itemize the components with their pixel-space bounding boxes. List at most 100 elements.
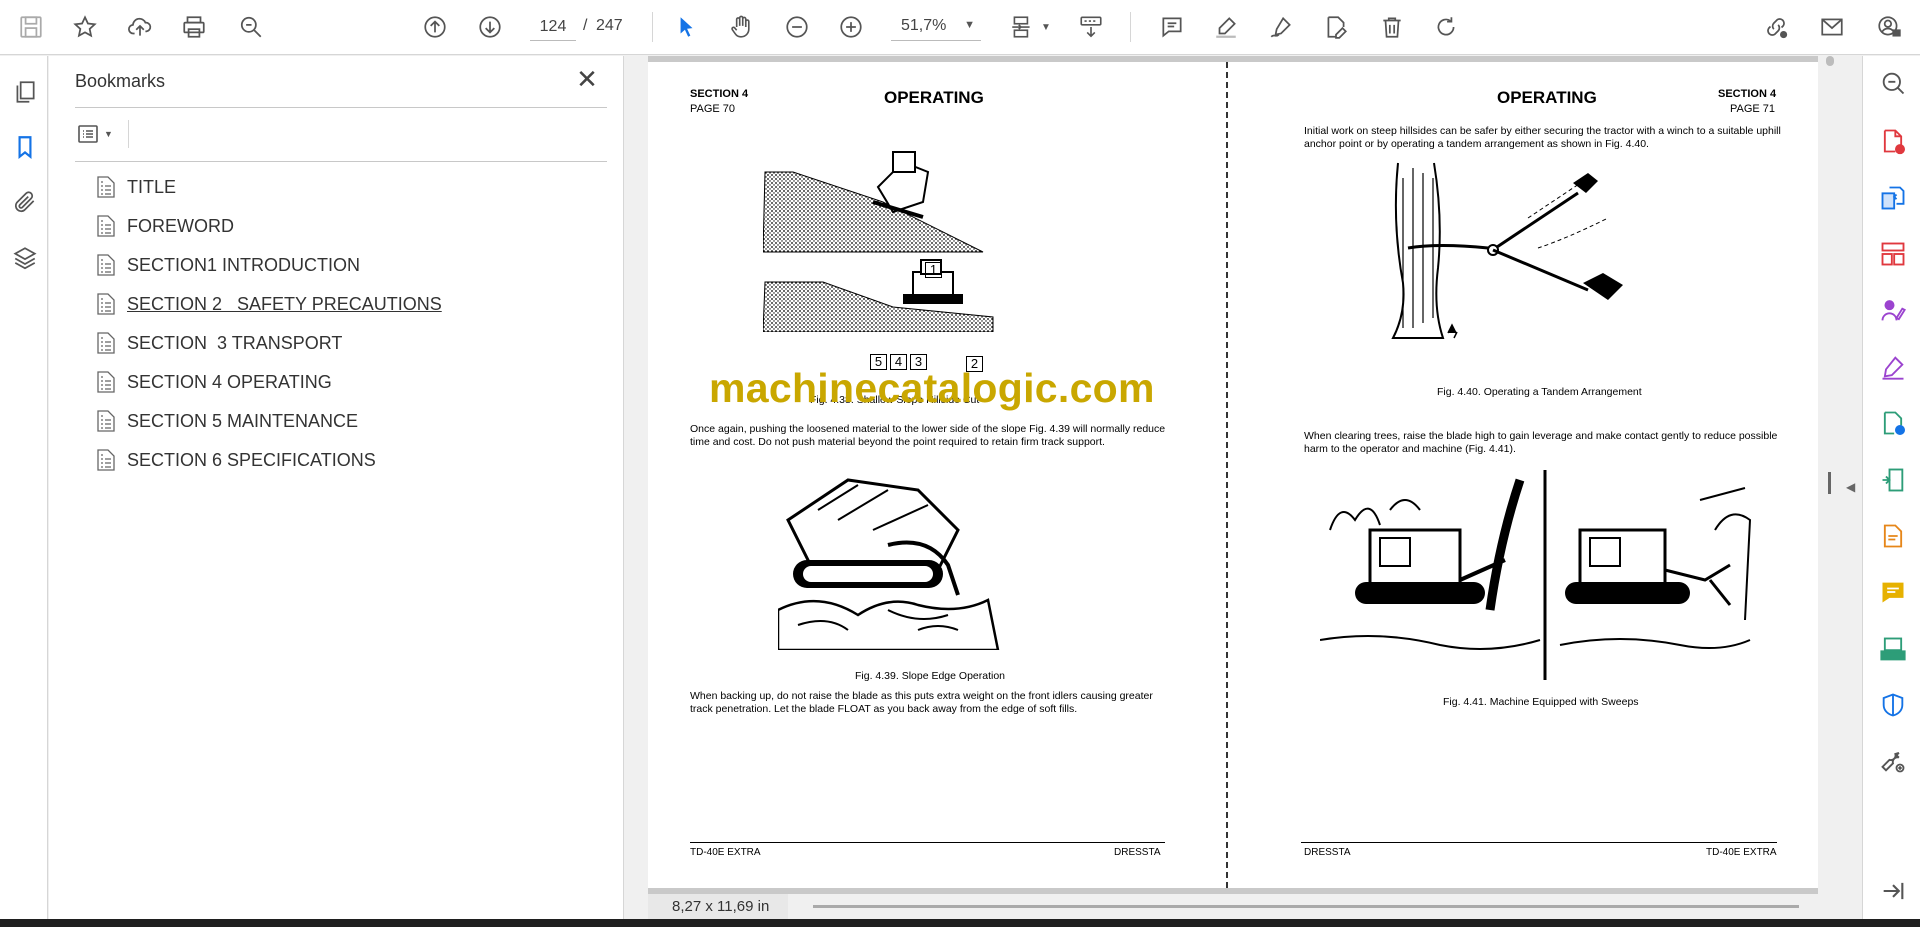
- select-cursor-icon[interactable]: [667, 8, 705, 46]
- shallow-slope-hillside-illustration: [763, 151, 994, 332]
- bookmark-label: SECTION 2 SAFETY PRECAUTIONS: [127, 293, 442, 314]
- status-bar: 8,27 x 11,69 in: [648, 894, 1818, 919]
- next-page-icon[interactable]: [471, 8, 509, 46]
- watermark-text: machinecatalogic.com: [709, 365, 1155, 411]
- bookmark-page-icon: [97, 215, 115, 237]
- highlight-pen-icon[interactable]: [1207, 8, 1245, 46]
- zoom-out-icon[interactable]: [778, 8, 816, 46]
- right-para1-line2: anchor point or by operating a tandem ar…: [1304, 138, 1649, 150]
- left-page-heading: OPERATING: [884, 88, 984, 107]
- more-tools-icon[interactable]: [1878, 746, 1908, 776]
- machine-with-sweeps-illustration: [1320, 470, 1752, 680]
- page-number-input[interactable]: [530, 13, 576, 41]
- right-footer-brand: DRESSTA: [1304, 847, 1351, 858]
- fig-440-caption: Fig. 4.40. Operating a Tandem Arrangemen…: [1437, 386, 1642, 398]
- bookmark-section1-introduction[interactable]: SECTION1 INTRODUCTION: [95, 251, 360, 279]
- layers-icon[interactable]: [10, 243, 40, 273]
- right-para1-line1: Initial work on steep hillsides can be s…: [1304, 125, 1781, 137]
- bookmark-page-icon: [97, 410, 115, 432]
- scan-ocr-icon[interactable]: [1878, 634, 1908, 664]
- save-icon[interactable]: [12, 8, 50, 46]
- page-size-readout: 8,27 x 11,69 in: [648, 894, 788, 919]
- bookmark-section3-transport[interactable]: SECTION 3 TRANSPORT: [95, 329, 342, 357]
- edit-pdf-icon[interactable]: [1878, 521, 1908, 551]
- account-lock-icon[interactable]: [1870, 8, 1908, 46]
- find-zoom-icon[interactable]: [232, 8, 270, 46]
- bookmark-section2-safety[interactable]: SECTION 2 SAFETY PRECAUTIONS: [95, 290, 442, 318]
- redo-rotate-icon[interactable]: [1427, 8, 1465, 46]
- hand-tool-icon[interactable]: [722, 8, 760, 46]
- share-link-icon[interactable]: [1757, 8, 1795, 46]
- export-pdf-icon[interactable]: [1878, 408, 1908, 438]
- callout-1: 1: [925, 262, 942, 278]
- chevron-down-icon[interactable]: ▼: [1041, 22, 1051, 33]
- trash-icon[interactable]: [1373, 8, 1411, 46]
- create-pdf-icon[interactable]: [1878, 126, 1908, 156]
- tandem-arrangement-illustration: [1391, 162, 1623, 339]
- attachment-icon[interactable]: [10, 187, 40, 217]
- right-tools-rail: [1862, 56, 1920, 919]
- compress-pdf-icon[interactable]: [1878, 465, 1908, 495]
- zoom-level-select[interactable]: 51,7% ▼: [891, 13, 981, 41]
- left-para1-line2: time and cost. Do not push material beyo…: [690, 436, 1105, 448]
- slope-edge-operation-illustration: [778, 478, 1000, 650]
- expand-panel-icon[interactable]: [1878, 876, 1908, 906]
- right-para2-line2: harm to the operator and machine (Fig. 4…: [1304, 443, 1516, 455]
- document-viewport[interactable]: SECTION 4 PAGE 70 OPERATING 1 5 4 3 2 Fi…: [625, 56, 1861, 919]
- star-icon[interactable]: [66, 8, 104, 46]
- chevron-down-icon: ▼: [964, 19, 975, 31]
- horizontal-scrollbar[interactable]: [813, 905, 1799, 908]
- page-separator: /: [583, 17, 588, 34]
- bookmark-page-icon: [97, 332, 115, 354]
- left-para2-line2: track penetration. Let the blade FLOAT a…: [690, 703, 1078, 715]
- protect-shield-icon[interactable]: [1878, 690, 1908, 720]
- taskbar-strip: [0, 919, 1920, 927]
- draw-icon[interactable]: [1262, 8, 1300, 46]
- bookmark-icon[interactable]: [10, 132, 40, 162]
- email-icon[interactable]: [1813, 8, 1851, 46]
- zoom-search-icon[interactable]: [1878, 68, 1908, 98]
- vertical-scrollbar-thumb[interactable]: [1826, 56, 1834, 66]
- cloud-upload-icon[interactable]: [121, 8, 159, 46]
- fill-sign-icon[interactable]: [1878, 352, 1908, 382]
- page-thumbnails-icon[interactable]: [10, 77, 40, 107]
- close-icon[interactable]: ✕: [574, 66, 600, 94]
- bookmark-section4-operating[interactable]: SECTION 4 OPERATING: [95, 368, 332, 396]
- left-footer-brand: DRESSTA: [1114, 847, 1161, 858]
- chevron-down-icon: ▼: [104, 129, 113, 139]
- bookmark-foreword[interactable]: FOREWORD: [95, 212, 234, 240]
- bookmark-page-icon: [97, 449, 115, 471]
- bookmarks-panel: Bookmarks ✕ ▼ TITLE FOREWORD SECTION1 IN…: [49, 56, 624, 919]
- bookmark-section6-specifications[interactable]: SECTION 6 SPECIFICATIONS: [95, 446, 376, 474]
- toolbar-divider: [1130, 12, 1131, 42]
- page-fit-icon[interactable]: [1003, 8, 1041, 46]
- list-options-icon: [78, 125, 98, 143]
- combine-files-icon[interactable]: [1878, 183, 1908, 213]
- document-spread: SECTION 4 PAGE 70 OPERATING 1 5 4 3 2 Fi…: [648, 56, 1818, 894]
- previous-page-icon[interactable]: [416, 8, 454, 46]
- bookmark-title[interactable]: TITLE: [95, 173, 176, 201]
- right-page-section: SECTION 4: [1718, 88, 1777, 100]
- bookmark-page-icon: [97, 371, 115, 393]
- fig-439-caption: Fig. 4.39. Slope Edge Operation: [855, 670, 1006, 682]
- organize-pages-icon[interactable]: [1878, 239, 1908, 269]
- bookmark-label: SECTION 4 OPERATING: [127, 371, 332, 392]
- bookmark-label: SECTION 5 MAINTENANCE: [127, 410, 359, 431]
- bookmark-page-icon: [97, 254, 115, 276]
- left-page-section: SECTION 4: [690, 88, 749, 100]
- bookmark-label: TITLE: [127, 176, 177, 197]
- request-signatures-icon[interactable]: [1878, 296, 1908, 326]
- zoom-in-icon[interactable]: [832, 8, 870, 46]
- left-footer-rule: [690, 842, 1165, 843]
- collapse-panel-right-icon[interactable]: ◀: [1846, 480, 1855, 494]
- bookmark-section5-maintenance[interactable]: SECTION 5 MAINTENANCE: [95, 407, 358, 435]
- print-icon[interactable]: [175, 8, 213, 46]
- edit-text-icon[interactable]: [1317, 8, 1355, 46]
- comment-icon[interactable]: [1153, 8, 1191, 46]
- comment-tool-icon[interactable]: [1878, 577, 1908, 607]
- left-footer-model: TD-40E EXTRA: [690, 847, 761, 858]
- panel-resize-handle[interactable]: [1828, 472, 1831, 494]
- scroll-mode-icon[interactable]: [1072, 8, 1110, 46]
- right-footer-model: TD-40E EXTRA: [1706, 847, 1777, 858]
- bookmark-options-button[interactable]: ▼: [75, 120, 119, 148]
